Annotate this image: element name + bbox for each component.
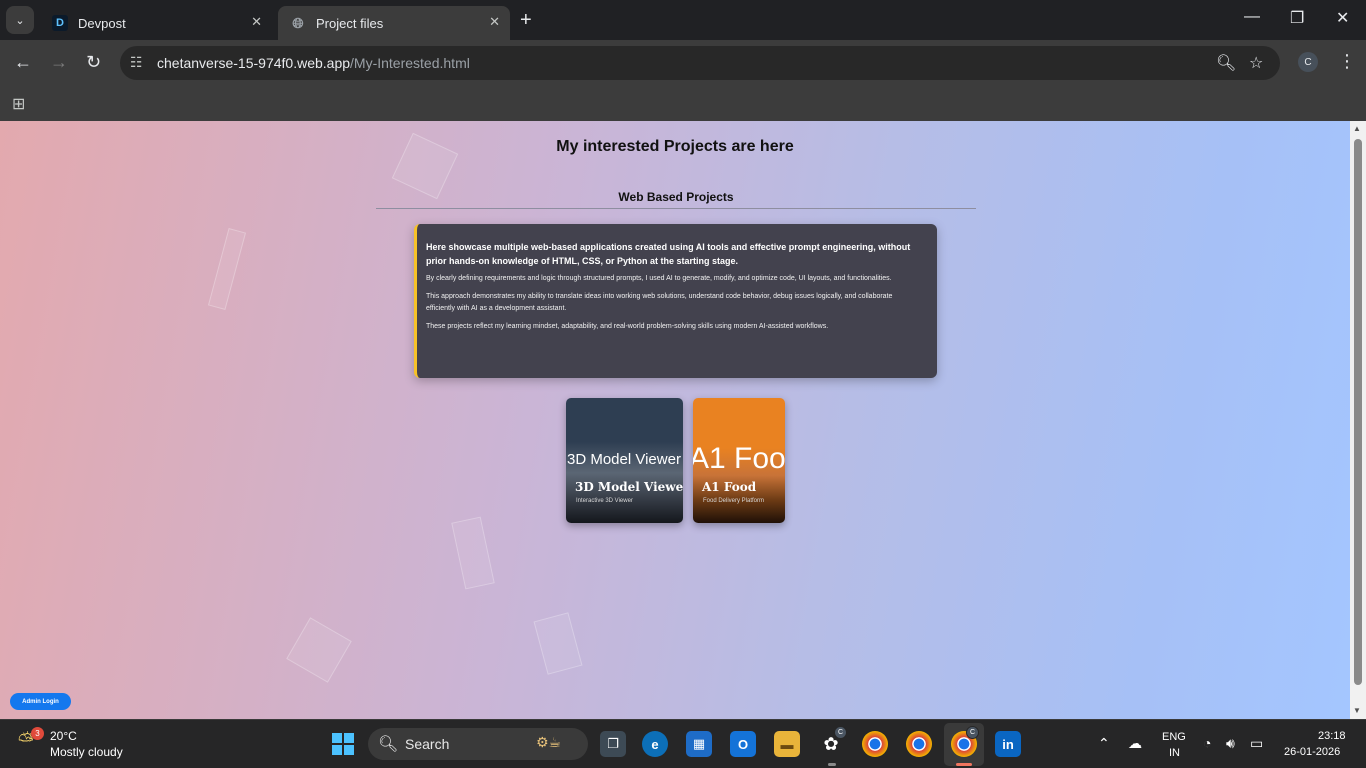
taskbar: ⛅︎ 3 20°C Mostly cloudy 🔍︎ Search ⚙☕ ❐ e… — [0, 719, 1366, 768]
project-card-a1-food[interactable]: A1 Food A1 Food Food Delivery Platform — [693, 398, 785, 523]
clock-date[interactable]: 26-01-2026 — [1284, 746, 1340, 758]
close-icon[interactable]: ✕ — [251, 14, 262, 30]
project-name: 3D Model Viewer — [575, 480, 683, 494]
search-label: Search — [405, 736, 450, 752]
outlook-icon[interactable]: O — [730, 731, 756, 757]
intro-info-box: Here showcase multiple web-based applica… — [414, 224, 937, 378]
page-title: My interested Projects are here — [556, 138, 794, 155]
running-indicator — [828, 763, 836, 766]
new-tab-plus-icon[interactable]: + — [520, 10, 532, 30]
profile-badge: C — [966, 726, 979, 739]
url-text[interactable]: chetanverse-15-974f0.web.app/My-Interest… — [157, 55, 470, 71]
profile-avatar[interactable]: C — [1298, 52, 1318, 72]
battery-icon[interactable]: ▭ — [1250, 735, 1263, 752]
clock-time[interactable]: 23:18 — [1318, 730, 1346, 742]
background-decoration — [451, 516, 495, 590]
active-indicator — [956, 763, 972, 766]
forward-arrow-icon[interactable]: → — [50, 52, 68, 73]
search-icon: 🔍︎ — [378, 736, 399, 753]
volume-icon[interactable]: 🔊︎ — [1226, 735, 1235, 752]
intro-lead: Here showcase multiple web-based applica… — [426, 242, 911, 266]
chrome-icon[interactable] — [862, 731, 888, 757]
site-settings-icon[interactable]: ☷ — [130, 54, 143, 71]
microsoft-store-icon[interactable]: ▦ — [686, 731, 712, 757]
chevron-up-icon[interactable]: ⌃ — [1098, 735, 1110, 752]
more-menu-icon[interactable]: ⋮ — [1338, 51, 1356, 72]
task-view-icon[interactable]: ❐ — [600, 731, 626, 757]
profile-badge: C — [834, 726, 847, 739]
intro-paragraph: This approach demonstrates my ability to… — [426, 293, 893, 312]
section-divider — [376, 208, 976, 209]
windows-start-icon[interactable] — [332, 733, 354, 755]
address-bar[interactable]: ☷ chetanverse-15-974f0.web.app/My-Intere… — [120, 46, 1280, 80]
tab-title: Project files — [316, 15, 384, 31]
scroll-down-arrow-icon[interactable]: ▼ — [1353, 706, 1361, 715]
devpost-favicon-icon: D — [52, 15, 68, 31]
intro-paragraph: By clearly defining requirements and log… — [426, 275, 892, 282]
weather-temperature[interactable]: 20°C — [50, 729, 77, 743]
chevron-down-icon: ⌄ — [15, 14, 25, 27]
background-decoration — [286, 617, 352, 683]
scrollbar-thumb[interactable] — [1354, 139, 1362, 685]
project-card-3d-model-viewer[interactable]: 3D Model Viewer 3D Model Viewer Interact… — [566, 398, 683, 523]
project-subtitle: Interactive 3D Viewer — [576, 498, 633, 504]
project-thumbnail-text: A1 Food — [693, 442, 785, 475]
scroll-up-arrow-icon[interactable]: ▲ — [1353, 124, 1361, 133]
close-icon[interactable]: ✕ — [489, 14, 500, 30]
restore-icon[interactable]: ❐ — [1290, 8, 1304, 28]
bookmark-star-icon[interactable]: ☆ — [1249, 53, 1263, 73]
region-indicator[interactable]: IN — [1169, 747, 1180, 759]
weather-badge: 3 — [31, 727, 44, 740]
weather-condition[interactable]: Mostly cloudy — [50, 745, 123, 759]
tab-devpost[interactable]: D Devpost ✕ — [40, 6, 272, 40]
file-explorer-icon[interactable]: ▬ — [774, 731, 800, 757]
apps-grid-icon[interactable]: ⊞ — [12, 94, 25, 114]
admin-login-button[interactable]: Admin Login — [10, 693, 71, 710]
edge-browser-icon[interactable]: e — [642, 731, 668, 757]
background-decoration — [207, 228, 247, 310]
taskbar-search[interactable]: 🔍︎ Search ⚙☕ — [368, 728, 588, 760]
page-scrollbar[interactable]: ▲ ▼ — [1350, 121, 1366, 719]
chrome-profile-icon[interactable] — [906, 731, 932, 757]
browser-toolbar: ← → ↻ ☷ chetanverse-15-974f0.web.app/My-… — [0, 40, 1366, 86]
bookmarks-bar: ⊞ — [0, 86, 1366, 121]
search-highlight-icon: ⚙☕ — [536, 734, 562, 750]
background-decoration — [533, 612, 583, 675]
tab-project-files[interactable]: 🌐︎ Project files ✕ — [278, 6, 510, 40]
zoom-icon[interactable]: 🔍︎ — [1216, 53, 1236, 73]
project-thumbnail-text: 3D Model Viewer — [567, 451, 681, 468]
back-arrow-icon[interactable]: ← — [14, 52, 32, 73]
tab-title: Devpost — [78, 15, 126, 31]
close-window-icon[interactable]: ✕ — [1336, 8, 1349, 28]
section-title: Web Based Projects — [618, 190, 734, 204]
project-subtitle: Food Delivery Platform — [703, 498, 765, 504]
wifi-icon[interactable]: ◔ — [1203, 735, 1211, 751]
reload-icon[interactable]: ↻ — [86, 52, 101, 73]
onedrive-cloud-icon[interactable]: ☁ — [1128, 735, 1142, 752]
intro-paragraph: These projects reflect my learning minds… — [426, 323, 829, 330]
linkedin-icon[interactable]: in — [995, 731, 1021, 757]
tab-search-button[interactable]: ⌄ — [6, 6, 34, 34]
language-indicator[interactable]: ENG — [1162, 731, 1186, 743]
tab-strip: ⌄ D Devpost ✕ 🌐︎ Project files ✕ + — ❐ ✕ — [0, 0, 1366, 40]
globe-icon: 🌐︎ — [292, 14, 304, 31]
minimize-icon[interactable]: — — [1244, 8, 1260, 26]
project-name: A1 Food — [702, 480, 757, 494]
page-content: My interested Projects are here Web Base… — [0, 121, 1350, 719]
